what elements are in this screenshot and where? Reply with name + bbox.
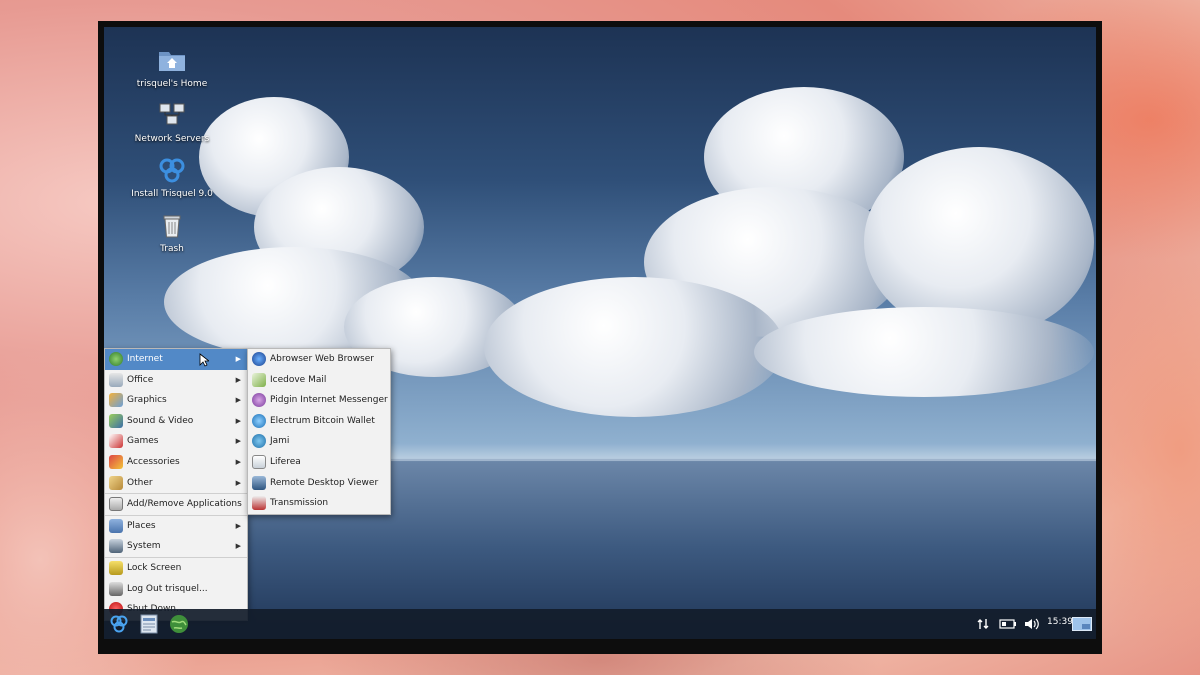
menu-item-label: Places — [127, 520, 156, 531]
menu-item-label: Add/Remove Applications — [127, 499, 242, 510]
chevron-right-icon: ▶ — [235, 478, 241, 487]
submenu-item-label: Icedove Mail — [270, 374, 327, 385]
chevron-right-icon: ▶ — [235, 396, 241, 405]
menu-item-games[interactable]: Games ▶ — [105, 431, 247, 452]
desktop-icon-network-servers[interactable]: Network Servers — [117, 100, 227, 144]
chevron-right-icon: ▶ — [235, 416, 241, 425]
desktop-icon-label: trisquel's Home — [136, 79, 208, 89]
graphics-icon — [109, 393, 123, 408]
desktop-icon-label: Install Trisquel 9.0 — [131, 189, 213, 199]
menu-item-label: Lock Screen — [127, 562, 182, 573]
submenu-item-label: Liferea — [270, 456, 301, 467]
package-icon — [109, 497, 123, 512]
submenu-item-abrowser[interactable]: Abrowser Web Browser — [248, 349, 390, 370]
icedove-icon — [252, 372, 266, 387]
web-browser-icon[interactable] — [168, 613, 190, 635]
liferea-icon — [252, 454, 266, 469]
desktop[interactable]: trisquel's Home Network Servers Install … — [104, 27, 1096, 639]
accessories-icon — [109, 454, 123, 469]
submenu-item-label: Abrowser Web Browser — [270, 354, 374, 364]
submenu-item-transmission[interactable]: Transmission — [248, 493, 390, 514]
submenu-item-electrum[interactable]: Electrum Bitcoin Wallet — [248, 411, 390, 432]
menu-item-internet[interactable]: Internet ▶ — [105, 349, 247, 370]
trash-icon — [163, 215, 181, 238]
submenu-item-pidgin[interactable]: Pidgin Internet Messenger — [248, 390, 390, 411]
menu-item-lock-screen[interactable]: Lock Screen — [105, 558, 247, 579]
jami-icon — [252, 434, 266, 449]
logout-icon — [109, 581, 123, 596]
chevron-right-icon: ▶ — [235, 542, 241, 551]
clock[interactable]: 15:39 — [1047, 617, 1073, 627]
volume-icon[interactable] — [1024, 617, 1040, 631]
menu-item-system[interactable]: System ▶ — [105, 536, 247, 557]
remote-desktop-icon — [252, 475, 266, 490]
submenu-item-label: Remote Desktop Viewer — [270, 477, 379, 488]
electrum-icon — [252, 413, 266, 428]
office-icon — [109, 372, 123, 387]
desktop-icon-home[interactable]: trisquel's Home — [117, 45, 227, 89]
chevron-right-icon: ▶ — [235, 457, 241, 466]
submenu-item-remote-desktop[interactable]: Remote Desktop Viewer — [248, 473, 390, 494]
menu-item-log-out[interactable]: Log Out trisquel... — [105, 579, 247, 600]
other-icon — [109, 475, 123, 490]
chevron-right-icon: ▶ — [235, 437, 241, 446]
chevron-right-icon: ▶ — [235, 375, 241, 384]
menu-item-sound-video[interactable]: Sound & Video ▶ — [105, 411, 247, 432]
abrowser-icon — [252, 352, 266, 366]
folder-home-icon — [159, 52, 185, 71]
cloud — [754, 307, 1094, 397]
submenu-item-label: Transmission — [270, 498, 329, 509]
cloud — [484, 277, 784, 417]
trisquel-logo-icon — [159, 158, 185, 183]
workspace-switcher-icon[interactable] — [1072, 617, 1092, 631]
menu-item-accessories[interactable]: Accessories ▶ — [105, 452, 247, 473]
folder-icon — [109, 518, 123, 533]
menu-item-label: Sound & Video — [127, 415, 194, 426]
menu-item-label: Games — [127, 436, 159, 447]
menu-item-label: Graphics — [127, 395, 167, 406]
chevron-right-icon: ▶ — [235, 355, 241, 363]
menu-item-label: System — [127, 541, 161, 552]
trisquel-menu-icon[interactable] — [108, 613, 130, 635]
sound-video-icon — [109, 413, 123, 428]
network-arrows-icon[interactable] — [976, 617, 990, 631]
menu-item-places[interactable]: Places ▶ — [105, 516, 247, 537]
file-manager-icon[interactable] — [138, 613, 160, 635]
mouse-cursor-icon — [199, 353, 209, 367]
submenu-item-jami[interactable]: Jami — [248, 431, 390, 452]
menu-item-label: Other — [127, 477, 153, 488]
submenu-item-label: Electrum Bitcoin Wallet — [270, 415, 375, 426]
menu-item-label: Office — [127, 374, 154, 385]
desktop-icon-install-trisquel[interactable]: Install Trisquel 9.0 — [117, 155, 227, 199]
submenu-item-icedove[interactable]: Icedove Mail — [248, 370, 390, 391]
taskbar: 15:39 — [104, 609, 1096, 639]
submenu-item-liferea[interactable]: Liferea — [248, 452, 390, 473]
games-icon — [109, 434, 123, 449]
battery-icon[interactable] — [999, 618, 1017, 630]
menu-item-add-remove-applications[interactable]: Add/Remove Applications — [105, 494, 247, 515]
monitor-frame: trisquel's Home Network Servers Install … — [98, 21, 1102, 654]
pidgin-icon — [252, 393, 266, 408]
lock-icon — [109, 560, 123, 575]
menu-item-label: Log Out trisquel... — [127, 583, 208, 594]
menu-item-graphics[interactable]: Graphics ▶ — [105, 390, 247, 411]
menu-item-label: Accessories — [127, 456, 180, 467]
desktop-icon-label: Trash — [160, 244, 184, 254]
network-servers-icon — [159, 103, 185, 125]
chevron-right-icon: ▶ — [235, 521, 241, 530]
transmission-icon — [252, 496, 266, 511]
submenu-item-label: Jami — [270, 436, 290, 447]
menu-item-office[interactable]: Office ▶ — [105, 370, 247, 391]
menu-item-label: Internet — [127, 354, 163, 364]
desktop-icon-trash[interactable]: Trash — [117, 210, 227, 254]
system-icon — [109, 539, 123, 554]
submenu-item-label: Pidgin Internet Messenger — [270, 395, 388, 406]
application-menu: Internet ▶ Office ▶ Graphics ▶ Sound & V… — [104, 348, 248, 621]
internet-submenu: Abrowser Web Browser Icedove Mail Pidgin… — [247, 348, 391, 515]
menu-item-other[interactable]: Other ▶ — [105, 473, 247, 494]
desktop-icon-label: Network Servers — [134, 134, 210, 144]
globe-icon — [109, 352, 123, 366]
